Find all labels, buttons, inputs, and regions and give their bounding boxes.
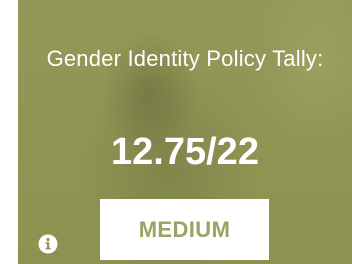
policy-tally-card: Gender Identity Policy Tally: 12.75/22 M… xyxy=(18,0,352,264)
rating-badge: MEDIUM xyxy=(100,199,269,260)
info-icon[interactable] xyxy=(38,234,58,254)
tally-title: Gender Identity Policy Tally: xyxy=(46,46,324,71)
rating-label: MEDIUM xyxy=(138,216,231,242)
info-icon-graphic xyxy=(38,234,58,254)
tally-score: 12.75/22 xyxy=(111,131,259,173)
